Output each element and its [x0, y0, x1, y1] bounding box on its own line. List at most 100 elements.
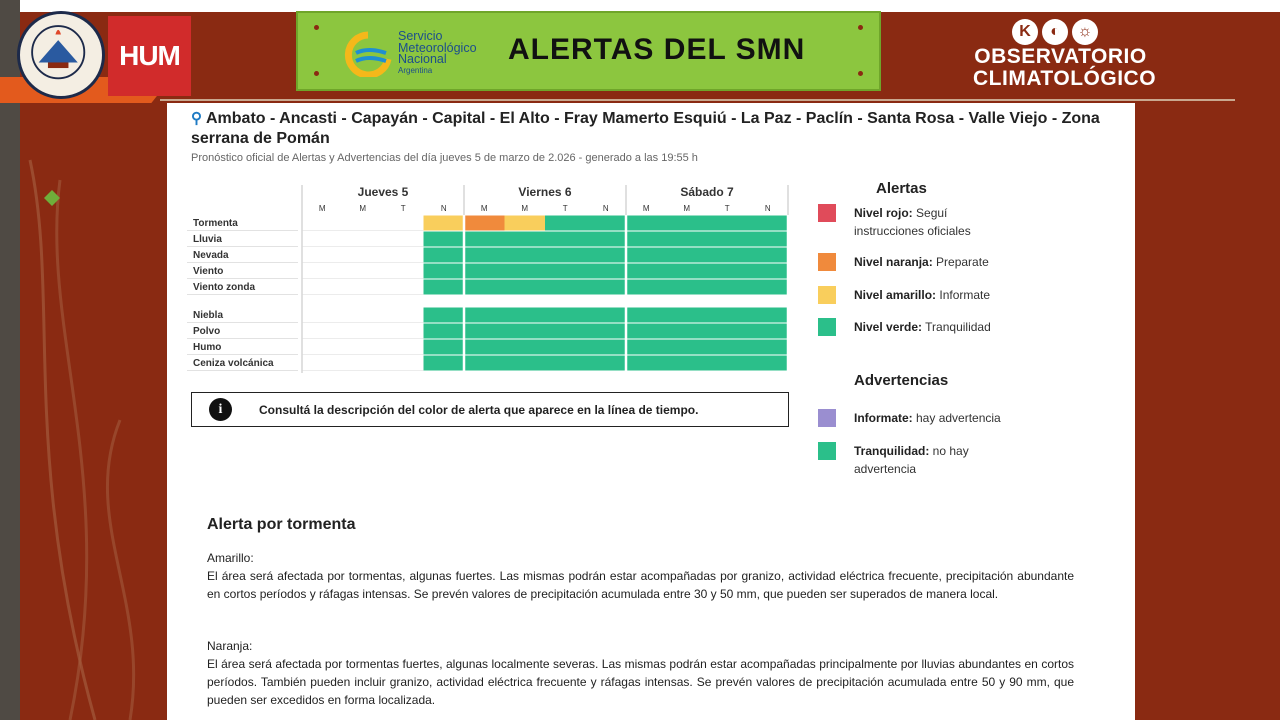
- alert-cell-verde: [585, 247, 627, 263]
- legend-label: Nivel verde:: [854, 320, 923, 334]
- alert-cell-verde: [423, 247, 465, 263]
- phenomenon-label: Nevada: [193, 250, 229, 261]
- alert-cell-verde: [423, 263, 465, 279]
- sun-logo-icon: ☼: [1072, 19, 1098, 45]
- alert-cell-verde: [585, 263, 627, 279]
- left-gray-strip: [0, 0, 20, 720]
- legend-label: Nivel rojo:: [854, 206, 913, 220]
- alert-cell-verde: [666, 279, 708, 295]
- hum-logo: HUM: [108, 16, 191, 96]
- alert-cell-verde: [423, 355, 465, 371]
- alert-cell-verde: [747, 263, 789, 279]
- alert-cell-verde: [423, 323, 465, 339]
- alert-cell-verde: [707, 355, 748, 371]
- alert-cell-verde: [464, 323, 505, 339]
- smn-banner: Servicio Meteorológico Nacional Argentin…: [296, 11, 881, 91]
- alert-cell-verde: [626, 323, 667, 339]
- alert-cell-naranja: [464, 215, 505, 231]
- alert-cell-verde: [545, 323, 586, 339]
- alert-cell-verde: [423, 339, 465, 355]
- color-swatch: [818, 204, 836, 222]
- info-note: i Consultá la descripción del color de a…: [191, 392, 789, 427]
- observatorio-title: OBSERVATORIO CLIMATOLÓGICO: [973, 45, 1157, 90]
- alert-cell-verde: [626, 279, 667, 295]
- alert-cell-verde: [747, 323, 789, 339]
- slot-label: M: [683, 204, 690, 213]
- alert-cell-verde: [464, 339, 505, 355]
- alert-cell-verde: [626, 307, 667, 323]
- legend-label: Nivel naranja:: [854, 255, 933, 269]
- alert-cell-verde: [666, 263, 708, 279]
- day-header: Jueves 5: [358, 185, 409, 199]
- k-logo-icon: K: [1012, 19, 1038, 45]
- day-header: Viernes 6: [518, 185, 571, 199]
- legend-text: Tranquilidad: no hay advertencia: [854, 444, 969, 476]
- alert-cell-verde: [504, 339, 546, 355]
- alert-cell-verde: [666, 231, 708, 247]
- alert-cell-verde: [626, 247, 667, 263]
- observatorio-logo-icons: K ◐ ☼: [1012, 19, 1108, 47]
- alert-cell-verde: [747, 307, 789, 323]
- alert-cell-verde: [666, 215, 708, 231]
- alert-cell-verde: [707, 339, 748, 355]
- alert-cell-verde: [545, 279, 586, 295]
- forecast-subtitle: Pronóstico oficial de Alertas y Adverten…: [191, 152, 698, 164]
- alert-cell-verde: [747, 355, 789, 371]
- alert-cell-verde: [504, 355, 546, 371]
- location-heading: ⚲ Ambato - Ancasti - Capayán - Capital - …: [191, 110, 1100, 147]
- legend-text: Informate: hay advertencia: [854, 411, 1001, 425]
- alert-cell-verde: [626, 231, 667, 247]
- alert-cell-verde: [747, 339, 789, 355]
- legend-text: Nivel naranja: Preparate: [854, 255, 989, 269]
- alert-cell-verde: [545, 231, 586, 247]
- alert-cell-verde: [666, 247, 708, 263]
- alert-cell-verde: [747, 247, 789, 263]
- legend-label: Nivel amarillo:: [854, 288, 937, 302]
- slot-label: N: [765, 204, 771, 213]
- legend-text: Nivel verde: Tranquilidad: [854, 320, 991, 334]
- alert-cell-verde: [545, 355, 586, 371]
- alert-panel: ⚲ Ambato - Ancasti - Capayán - Capital - …: [167, 103, 1135, 720]
- alert-cell-verde: [464, 231, 505, 247]
- green-arrow-marker: [44, 190, 60, 206]
- naranja-description: El área será afectada por tormentas fuer…: [207, 657, 1074, 707]
- alert-timeline-grid: Jueves 5 M M T N Viernes 6 M M T N Sábado 7 M M T N Tor…: [187, 185, 790, 373]
- slot-label: M: [319, 204, 326, 213]
- advertencias-legend-item: Tranquilidad: no hay advertencia: [818, 442, 1004, 478]
- color-swatch: [818, 253, 836, 271]
- day-header: Sábado 7: [680, 185, 734, 199]
- alert-cell-verde: [666, 323, 708, 339]
- alert-cell-verde: [464, 307, 505, 323]
- alert-cell-verde: [626, 215, 667, 231]
- alert-cell-verde: [707, 279, 748, 295]
- legend-label: Informate:: [854, 411, 913, 425]
- phenomenon-label: Tormenta: [193, 218, 238, 229]
- alert-cell-verde: [504, 279, 546, 295]
- alert-cell-verde: [707, 307, 748, 323]
- alert-cell-verde: [585, 339, 627, 355]
- circle-logo-icon: ◐: [1042, 19, 1068, 45]
- alert-cell-verde: [464, 263, 505, 279]
- phenomenon-label: Viento zonda: [193, 282, 255, 293]
- universidad-catamarca-logo: [17, 11, 105, 99]
- info-icon: i: [209, 398, 232, 421]
- advertencias-legend-title: Advertencias: [854, 372, 949, 389]
- slot-label: N: [603, 204, 609, 213]
- alert-cell-verde: [504, 231, 546, 247]
- alert-cell-verde: [707, 247, 748, 263]
- phenomenon-label: Niebla: [193, 310, 223, 321]
- alert-cell-amarillo: [423, 215, 465, 231]
- location-pin-icon: ⚲: [191, 110, 202, 127]
- alert-cell-verde: [545, 263, 586, 279]
- alert-cell-verde: [585, 231, 627, 247]
- alert-cell-verde: [747, 279, 789, 295]
- alert-cell-verde: [585, 279, 627, 295]
- alertas-legend-item: Nivel rojo: Seguí instrucciones oficiale…: [818, 204, 1004, 240]
- alert-cell-verde: [545, 339, 586, 355]
- alertas-legend-item: Nivel naranja: Preparate: [818, 253, 1004, 271]
- alert-cell-verde: [626, 339, 667, 355]
- alert-cell-verde: [423, 279, 465, 295]
- alert-cell-verde: [585, 355, 627, 371]
- alert-cell-verde: [585, 307, 627, 323]
- alert-cell-verde: [707, 215, 748, 231]
